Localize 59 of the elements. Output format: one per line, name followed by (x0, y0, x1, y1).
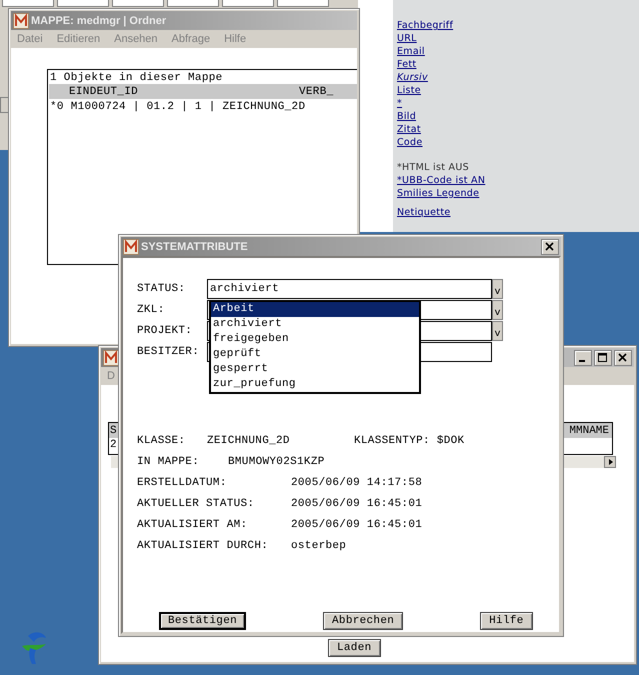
dropdown-button[interactable]: v (492, 300, 503, 320)
maximize-icon[interactable] (595, 350, 609, 362)
info-label: KLASSENTYP: (354, 434, 430, 446)
help-link[interactable]: Email (397, 45, 425, 58)
dialog-button[interactable]: Abbrechen (323, 612, 404, 630)
info-value: ZEICHNUNG_2D (207, 434, 291, 446)
dropdown-option[interactable]: Arbeit (211, 302, 419, 317)
app-icon (103, 350, 119, 366)
info-label: AKTUALISIERT DURCH: (137, 540, 270, 552)
help-link[interactable]: URL (397, 32, 417, 45)
dropdown-option[interactable]: zur_pruefung (211, 377, 419, 392)
help-link[interactable]: *UBB-Code ist AN (397, 174, 486, 187)
help-link[interactable]: * (397, 97, 402, 110)
info-label: AKTUELLER STATUS: (137, 498, 256, 510)
help-link[interactable]: Netiquette (397, 206, 451, 219)
help-link[interactable]: Liste (397, 84, 421, 97)
combo-field[interactable]: archiviert (207, 278, 492, 298)
field-label: ZKL: (137, 304, 166, 316)
dropdown-button[interactable]: v (492, 278, 503, 298)
info-value: BMUMOWY02S1KZP (228, 456, 325, 468)
help-link[interactable]: Code (397, 136, 423, 149)
column-header: VERB_ (299, 86, 334, 98)
dropdown-option[interactable]: freigegeben (211, 332, 419, 347)
dropdown-option[interactable]: geprüft (211, 347, 419, 362)
field-label: BESITZER: (137, 346, 200, 358)
column-header: MMNAME (569, 424, 609, 436)
info-label: AKTUALISIERT AM: (137, 518, 248, 530)
column-header: EINDEUT_ID (68, 86, 140, 98)
field-label: STATUS: (137, 282, 186, 294)
info-label: IN MAPPE: (137, 456, 200, 468)
info-value: osterbep (291, 540, 346, 552)
app-icon (13, 12, 29, 28)
info-value: $DOK (436, 434, 464, 446)
info-value: 2005/06/09 16:45:01 (291, 518, 422, 530)
help-link[interactable]: Smilies Legende (397, 187, 480, 200)
info-label: ERSTELLDATUM: (137, 476, 228, 488)
help-link[interactable]: Kursiv (397, 71, 428, 84)
help-link[interactable]: Bild (397, 110, 416, 123)
help-link[interactable]: Fett (397, 58, 416, 71)
help-link[interactable]: Zitat (397, 123, 421, 136)
help-link[interactable]: Fachbegriff (397, 19, 454, 32)
dialog-button[interactable]: Bestätigen (159, 612, 246, 630)
table-caption: 1 Objekte in dieser Mappe (49, 71, 224, 84)
dialog-title: SYSTEMATTRIBUTE (141, 240, 248, 252)
info-value: 2005/06/09 14:17:58 (291, 476, 422, 488)
table-row[interactable]: *0 M1000724 | 01.2 | 1 | ZEICHNUNG_2D (48, 99, 357, 115)
info-label: KLASSE: (137, 434, 186, 446)
field-label: PROJEKT: (137, 324, 194, 336)
help-note: *HTML ist AUS (397, 161, 469, 174)
table-cell: 2 (109, 438, 118, 452)
dropdown-button[interactable]: v (492, 320, 503, 340)
info-value: 2005/06/09 16:45:01 (291, 498, 422, 510)
app-icon (123, 238, 139, 254)
column-header: S (110, 424, 117, 436)
load-button[interactable]: Laden (328, 639, 381, 657)
dropdown-option[interactable]: archiviert (211, 317, 419, 332)
dialog-button[interactable]: Hilfe (480, 612, 533, 630)
dropdown-option[interactable]: gesperrt (211, 362, 419, 377)
window-title: MAPPE: medmgr | Ordner (31, 14, 166, 26)
